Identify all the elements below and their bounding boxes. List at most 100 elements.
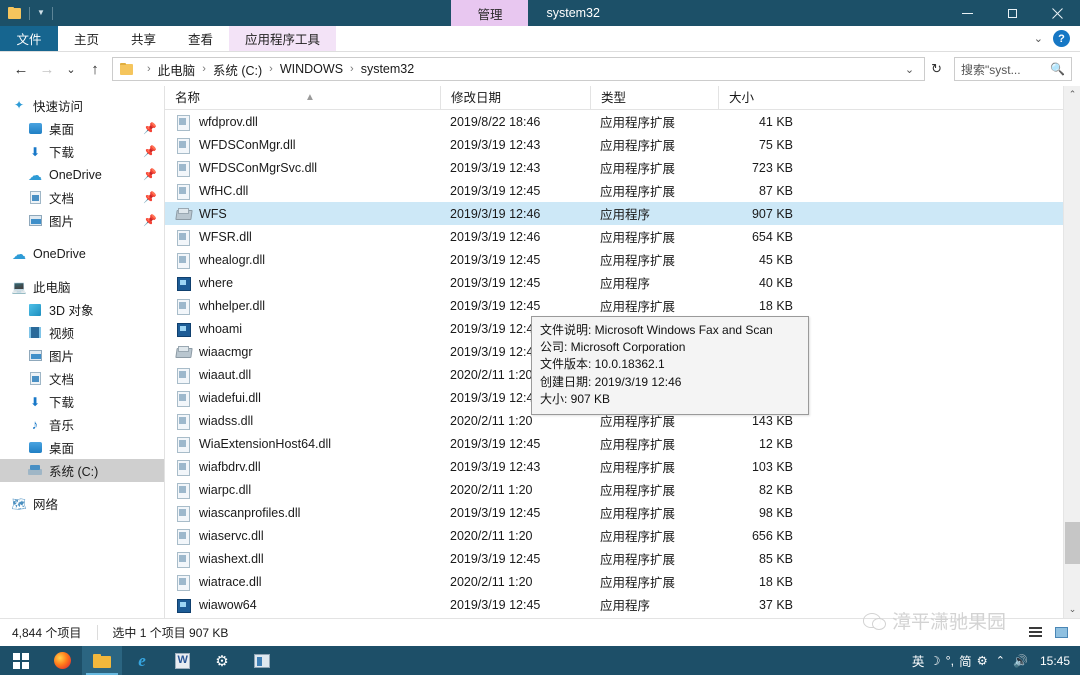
table-row[interactable]: WFDSConMgrSvc.dll2019/3/19 12:43应用程序扩展72… [165,156,1080,179]
sidebar-item-desktop[interactable]: 桌面 📌 [0,117,165,140]
table-row[interactable]: wiashext.dll2019/3/19 12:45应用程序扩展85 KB [165,547,1080,570]
tab-view[interactable]: 查看 [172,26,229,51]
sidebar-item-this-pc[interactable]: 💻 此电脑 [0,275,165,298]
column-header-date[interactable]: 修改日期 [440,86,590,110]
ime-punctuation-icon[interactable]: °, [946,654,954,668]
table-row[interactable]: wiaservc.dll2020/2/11 1:20应用程序扩展656 KB [165,524,1080,547]
chevron-down-icon[interactable]: ⌄ [899,63,920,76]
sidebar-item-documents[interactable]: 文档 [0,367,165,390]
clock[interactable]: 15:45 [1036,654,1070,668]
scroll-down-icon[interactable]: ⌄ [1064,601,1080,618]
breadcrumb[interactable]: › 此电脑 › 系统 (C:) › WINDOWS › system32 ⌄ [112,57,925,81]
table-row[interactable]: WFS2019/3/19 12:46应用程序907 KB [165,202,1080,225]
recent-locations-button[interactable]: ⌄ [60,56,82,82]
table-row[interactable]: WiaExtensionHost64.dll2019/3/19 12:45应用程… [165,432,1080,455]
sidebar-item-pictures-qa[interactable]: 图片 📌 [0,209,165,232]
refresh-icon[interactable]: ↻ [925,61,948,77]
taskbar-app-settings[interactable]: ⚙ [202,646,242,675]
column-header-name[interactable]: 名称 ▲ [165,86,440,110]
ime-language[interactable]: 英 [912,651,925,670]
start-button[interactable] [0,646,42,675]
pin-icon[interactable]: 📌 [143,214,157,227]
file-name: WFSR.dll [199,230,252,244]
minimize-button[interactable] [945,0,990,26]
breadcrumb-item-this-pc[interactable]: 此电脑 [158,60,196,79]
chevron-down-icon[interactable]: ⌄ [1034,32,1043,45]
close-button[interactable] [1035,0,1080,26]
search-icon[interactable]: 🔍 [1050,62,1065,76]
ime-moon-icon[interactable]: ☽ [929,653,940,668]
maximize-button[interactable] [990,0,1035,26]
table-row[interactable]: WfHC.dll2019/3/19 12:45应用程序扩展87 KB [165,179,1080,202]
sidebar-item-downloads[interactable]: ⬇ 下载 📌 [0,140,165,163]
taskbar-app-contacts[interactable] [242,646,282,675]
column-header-size[interactable]: 大小 [718,86,806,110]
search-input[interactable]: 搜索"syst... 🔍 [954,57,1072,81]
forward-button[interactable]: → [34,56,60,82]
taskbar-app-word[interactable] [162,646,202,675]
back-button[interactable]: ← [8,56,34,82]
sidebar-item-onedrive[interactable]: ☁ OneDrive [0,242,165,265]
sidebar-item-videos[interactable]: 视频 [0,321,165,344]
nav-group-quick-access[interactable]: ✦ 快速访问 [0,94,165,117]
sidebar-item-onedrive-qa[interactable]: ☁ OneDrive 📌 [0,163,165,186]
file-size: 907 KB [718,207,806,221]
word-icon [175,653,190,669]
vertical-scrollbar[interactable]: ⌃ ⌄ [1063,86,1080,618]
table-row[interactable]: WFDSConMgr.dll2019/3/19 12:43应用程序扩展75 KB [165,133,1080,156]
breadcrumb-item-system-c[interactable]: 系统 (C:) [213,60,262,79]
taskbar-app-internet-explorer[interactable]: e [122,646,162,675]
tiles-view-icon[interactable] [1050,623,1072,643]
scrollbar-thumb[interactable] [1065,522,1080,564]
sidebar-item-system-c[interactable]: 系统 (C:) [0,459,165,482]
pin-icon[interactable]: 📌 [143,122,157,135]
table-row[interactable]: wiatrace.dll2020/2/11 1:20应用程序扩展18 KB [165,570,1080,593]
table-row[interactable]: whealogr.dll2019/3/19 12:45应用程序扩展45 KB [165,248,1080,271]
nav-label: 桌面 [49,119,143,138]
breadcrumb-item-system32[interactable]: system32 [361,62,415,76]
file-type: 应用程序扩展 [590,503,718,522]
volume-icon[interactable]: 🔊 [1013,654,1028,668]
ime-settings-gear-icon[interactable]: ⚙ [977,653,988,668]
taskbar-app-file-explorer[interactable] [82,646,122,675]
sidebar-item-music[interactable]: ♪ 音乐 [0,413,165,436]
sidebar-item-network[interactable]: 🗺 网络 [0,492,165,515]
sidebar-item-pictures[interactable]: 图片 [0,344,165,367]
table-row[interactable]: wiawow642019/3/19 12:45应用程序37 KB [165,593,1080,616]
details-view-icon[interactable] [1024,623,1046,643]
table-row[interactable]: whhelper.dll2019/3/19 12:45应用程序扩展18 KB [165,294,1080,317]
table-row[interactable]: wiafbdrv.dll2019/3/19 12:43应用程序扩展103 KB [165,455,1080,478]
table-row[interactable]: wfdprov.dll2019/8/22 18:46应用程序扩展41 KB [165,110,1080,133]
chevron-down-icon[interactable]: ▼ [37,9,45,17]
pin-icon[interactable]: 📌 [143,145,157,158]
table-row[interactable]: where2019/3/19 12:45应用程序40 KB [165,271,1080,294]
folder-icon[interactable] [8,7,22,19]
tab-file[interactable]: 文件 [0,26,58,51]
sidebar-item-3d-objects[interactable]: 3D 对象 [0,298,165,321]
breadcrumb-item-windows[interactable]: WINDOWS [280,62,343,76]
up-button[interactable]: ↑ [82,56,108,82]
nav-label: 图片 [49,346,157,365]
pin-icon[interactable]: 📌 [143,191,157,204]
sidebar-item-downloads-pc[interactable]: ⬇ 下载 [0,390,165,413]
table-row[interactable]: wiascanprofiles.dll2019/3/19 12:45应用程序扩展… [165,501,1080,524]
this-pc-icon: 💻 [10,279,28,295]
column-header-type[interactable]: 类型 [590,86,718,110]
table-row[interactable]: wiarpc.dll2020/2/11 1:20应用程序扩展82 KB [165,478,1080,501]
scroll-up-icon[interactable]: ⌃ [1064,86,1080,103]
table-row[interactable]: WFSR.dll2019/3/19 12:46应用程序扩展654 KB [165,225,1080,248]
sidebar-item-desktop-pc[interactable]: 桌面 [0,436,165,459]
column-header-row: 名称 ▲ 修改日期 类型 大小 [165,86,1080,110]
sidebar-item-documents-qa[interactable]: 文档 📌 [0,186,165,209]
tab-application-tools[interactable]: 应用程序工具 [229,26,336,51]
taskbar-app-firefox[interactable] [42,646,82,675]
tab-home[interactable]: 主页 [58,26,115,51]
tab-share[interactable]: 共享 [115,26,172,51]
help-icon[interactable]: ? [1053,30,1070,47]
file-name: wiaacmgr [199,345,253,359]
file-date: 2019/3/19 12:45 [440,552,590,566]
ime-mode[interactable]: 简 [959,651,972,670]
tray-chevron-up-icon[interactable]: ⌃ [996,654,1005,667]
pin-icon[interactable]: 📌 [143,168,157,181]
ime-indicator[interactable]: 英 ☽ °, 简 ⚙ [912,651,988,670]
